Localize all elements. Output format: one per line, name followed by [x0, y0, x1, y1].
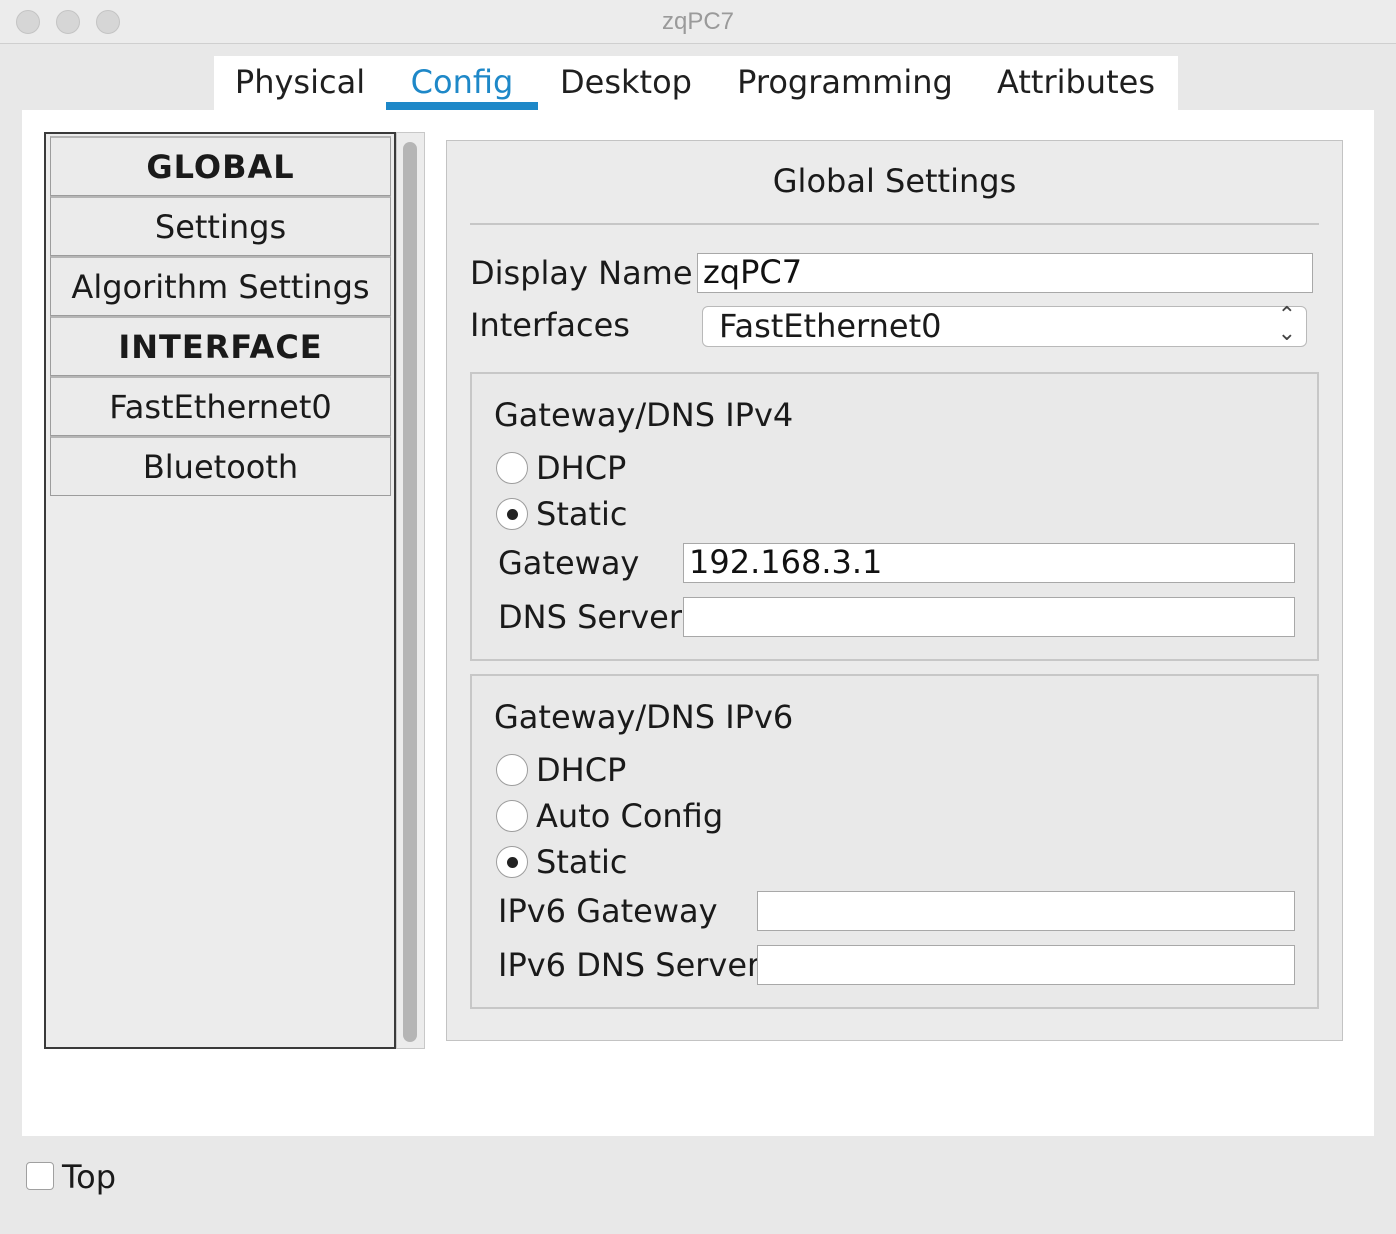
ipv4-gateway-label: Gateway: [498, 544, 640, 582]
tab-strip: Physical Config Desktop Programming Attr…: [214, 56, 1178, 110]
ipv4-dhcp-radio[interactable]: [496, 452, 528, 484]
tab-config[interactable]: Config: [386, 56, 538, 110]
nav-item-bluetooth[interactable]: Bluetooth: [50, 436, 391, 496]
ipv4-dhcp-label[interactable]: DHCP: [536, 449, 626, 487]
display-name-field[interactable]: zqPC7: [697, 253, 1313, 293]
ipv4-dns-field[interactable]: [683, 597, 1295, 637]
interfaces-select-value: FastEthernet0: [719, 307, 942, 345]
tab-desktop[interactable]: Desktop: [548, 56, 704, 110]
title-divider: [470, 223, 1319, 225]
nav-item-fastethernet0[interactable]: FastEthernet0: [50, 376, 391, 436]
ipv6-dhcp-label[interactable]: DHCP: [536, 751, 626, 789]
ipv4-dns-label: DNS Server: [498, 598, 682, 636]
top-checkbox-label[interactable]: Top: [62, 1158, 116, 1196]
select-updown-icon: ⌃ ⌄: [1277, 303, 1296, 346]
ipv4-group-title: Gateway/DNS IPv4: [494, 396, 794, 434]
ipv6-auto-config-radio[interactable]: [496, 800, 528, 832]
ipv6-dhcp-radio[interactable]: [496, 754, 528, 786]
display-name-label: Display Name: [470, 254, 693, 292]
ipv4-static-radio[interactable]: [496, 498, 528, 530]
ipv6-static-radio[interactable]: [496, 846, 528, 878]
ipv6-gateway-field[interactable]: [757, 891, 1295, 931]
ipv4-gateway-field[interactable]: 192.168.3.1: [683, 543, 1295, 583]
ipv4-static-label[interactable]: Static: [536, 495, 628, 533]
ipv6-dns-field[interactable]: [757, 945, 1295, 985]
ipv6-dns-label: IPv6 DNS Server: [498, 946, 761, 984]
top-checkbox[interactable]: [26, 1162, 54, 1190]
nav-item-settings[interactable]: Settings: [50, 196, 391, 256]
nav-item-algorithm-settings[interactable]: Algorithm Settings: [50, 256, 391, 316]
tab-attributes[interactable]: Attributes: [986, 56, 1166, 110]
nav-header-interface: INTERFACE: [50, 316, 391, 376]
panel-title: Global Settings: [772, 162, 1017, 200]
tab-physical[interactable]: Physical: [224, 56, 376, 110]
interfaces-label: Interfaces: [470, 306, 630, 344]
tab-programming[interactable]: Programming: [724, 56, 966, 110]
ipv6-gateway-label: IPv6 Gateway: [498, 892, 718, 930]
nav-header-global: GLOBAL: [50, 136, 391, 196]
ipv6-static-label[interactable]: Static: [536, 843, 628, 881]
ipv6-group-title: Gateway/DNS IPv6: [494, 698, 794, 736]
window-title: zqPC7: [661, 8, 735, 35]
ipv6-auto-config-label[interactable]: Auto Config: [536, 797, 723, 835]
interfaces-select[interactable]: FastEthernet0 ⌃ ⌄: [702, 303, 1307, 347]
nav-scrollbar-thumb[interactable]: [403, 142, 417, 1042]
